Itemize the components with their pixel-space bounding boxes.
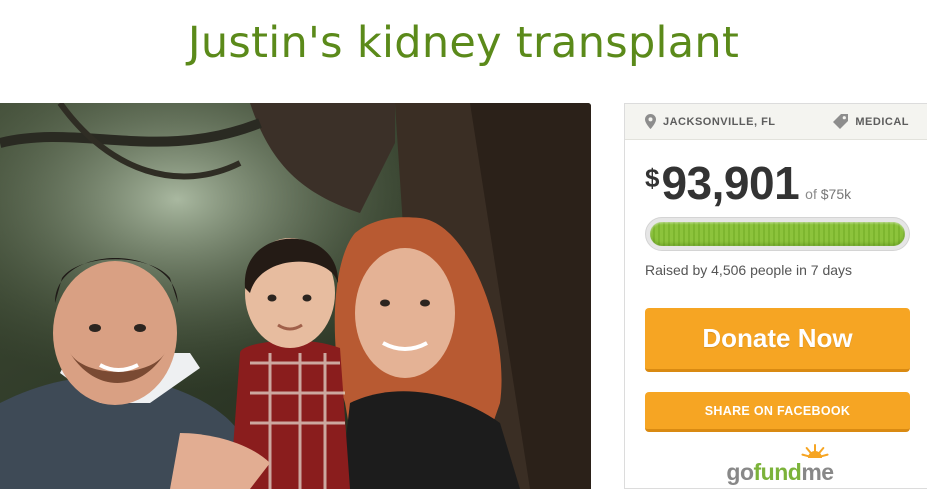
category-tag[interactable]: MEDICAL — [833, 114, 909, 129]
panel-header: JACKSONVILLE, FL MEDICAL — [625, 104, 927, 140]
raised-summary: Raised by 4,506 people in 7 days — [645, 262, 853, 278]
goal-text: of $75k — [805, 186, 851, 202]
page-title: Justin's kidney transplant — [187, 18, 740, 68]
campaign-photo[interactable] — [0, 103, 591, 489]
progress-fill — [650, 222, 905, 246]
location-label: JACKSONVILLE, FL — [663, 115, 776, 128]
amount-raised-row: $ 93,901 of $75k — [645, 156, 851, 210]
map-pin-icon — [645, 114, 656, 129]
gofundme-wordmark: gofundme — [726, 459, 834, 485]
gofundme-logo[interactable]: gofundme — [715, 444, 845, 488]
progress-bar — [645, 217, 910, 251]
goal-amount: $75k — [820, 186, 852, 202]
category-label: MEDICAL — [855, 115, 909, 128]
goal-prefix: of — [805, 186, 817, 202]
share-on-facebook-button[interactable]: SHARE ON FACEBOOK — [645, 392, 910, 432]
amount-raised: 93,901 — [661, 157, 800, 209]
location-tag[interactable]: JACKSONVILLE, FL — [645, 114, 776, 129]
family-photo-image — [0, 103, 591, 489]
currency-symbol: $ — [645, 163, 660, 193]
donate-now-button[interactable]: Donate Now — [645, 308, 910, 372]
donation-panel: JACKSONVILLE, FL MEDICAL $ 93,901 of $75… — [624, 103, 927, 489]
tag-icon — [833, 114, 849, 129]
